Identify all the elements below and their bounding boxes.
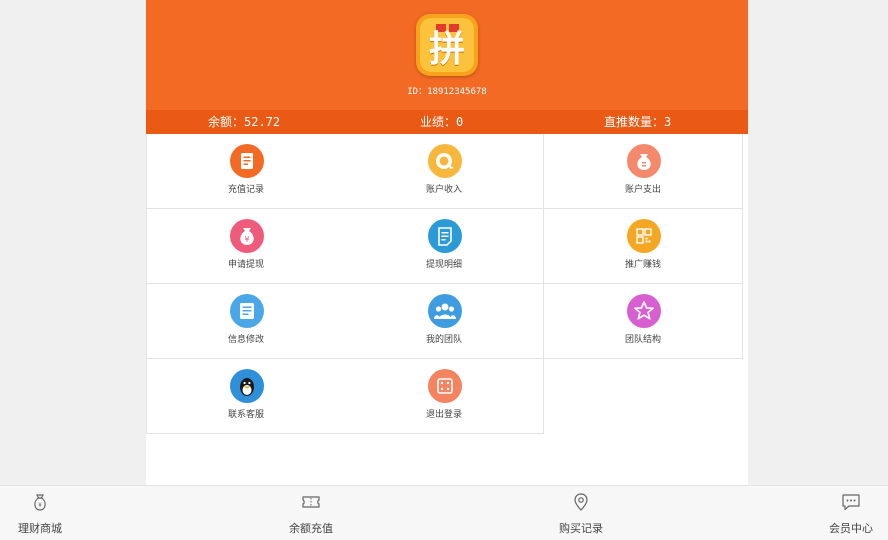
stats-bar: 余额：52.72 业绩：0 直推数量：3	[146, 110, 748, 134]
logo-char: 拼	[428, 29, 465, 70]
direct-count-stat: 直推数量：3	[604, 115, 672, 129]
menu-item-team-structure[interactable]: 团队结构	[544, 284, 743, 359]
app-logo: 拼	[416, 14, 478, 76]
menu-item-label: 充值记录	[227, 185, 264, 195]
menu-item-label: 我的团队	[425, 335, 462, 345]
menu-item-label: 信息修改	[227, 335, 264, 345]
nav-label: 理财商城	[18, 522, 62, 535]
member-center-panel: 拼 ID：18912345678 余额：52.72 业绩：0 直推数量：3 充值…	[146, 0, 748, 485]
menu-item-logout[interactable]: 退出登录	[345, 359, 544, 434]
menu-item-promote-earn[interactable]: 推广赚钱	[544, 209, 743, 284]
contact-service-icon	[230, 369, 264, 403]
my-team-icon	[428, 294, 462, 328]
withdraw-apply-icon: ¥	[230, 219, 264, 253]
logout-icon	[428, 369, 462, 403]
money-bag-icon: ¥	[30, 492, 50, 512]
team-structure-icon	[627, 294, 661, 328]
location-pin-icon	[571, 492, 591, 512]
menu-item-my-team[interactable]: 我的团队	[345, 284, 544, 359]
menu-item-label: 联系客服	[227, 410, 264, 420]
profile-header: 拼 ID：18912345678	[146, 0, 748, 110]
promote-earn-icon	[627, 219, 661, 253]
menu-item-label: 申请提现	[227, 260, 264, 270]
account-expense-icon	[627, 144, 661, 178]
menu-item-info-edit[interactable]: 信息修改	[146, 284, 346, 359]
info-edit-icon	[230, 294, 264, 328]
nav-item-member-center[interactable]: 会员中心	[806, 486, 888, 540]
performance-stat: 业绩：0	[420, 115, 464, 129]
menu-item-label: 推广赚钱	[624, 260, 661, 270]
nav-label: 购买记录	[559, 522, 603, 535]
chat-bubble-icon	[841, 492, 861, 512]
menu-item-label: 账户支出	[624, 185, 661, 195]
withdraw-detail-icon	[428, 219, 462, 253]
account-income-icon	[428, 144, 462, 178]
nav-label: 会员中心	[829, 522, 873, 535]
menu-item-recharge-record[interactable]: 充值记录	[146, 134, 346, 209]
balance-stat: 余额：52.72	[208, 115, 281, 129]
menu-item-label: 退出登录	[425, 410, 462, 420]
menu-item-label: 提现明细	[425, 260, 462, 270]
ticket-icon	[301, 492, 321, 512]
menu-item-withdraw-detail[interactable]: 提现明细	[345, 209, 544, 284]
bottom-nav-bar: ¥ 理财商城 余额充值 购买记录 会员中心	[0, 485, 888, 540]
menu-item-account-expense[interactable]: 账户支出	[544, 134, 743, 209]
svg-text:¥: ¥	[244, 235, 249, 244]
nav-item-wealth-mall[interactable]: ¥ 理财商城	[0, 486, 85, 540]
menu-item-account-income[interactable]: 账户收入	[345, 134, 544, 209]
recharge-record-icon	[230, 144, 264, 178]
menu-item-label: 账户收入	[425, 185, 462, 195]
nav-item-balance-recharge[interactable]: 余额充值	[266, 486, 356, 540]
menu-item-contact-service[interactable]: 联系客服	[146, 359, 346, 434]
menu-item-withdraw-apply[interactable]: ¥ 申请提现	[146, 209, 346, 284]
menu-item-label: 团队结构	[624, 335, 661, 345]
nav-item-purchase-record[interactable]: 购买记录	[536, 486, 626, 540]
user-id: ID：18912345678	[407, 87, 487, 97]
nav-label: 余额充值	[289, 522, 333, 535]
svg-text:¥: ¥	[38, 502, 42, 509]
